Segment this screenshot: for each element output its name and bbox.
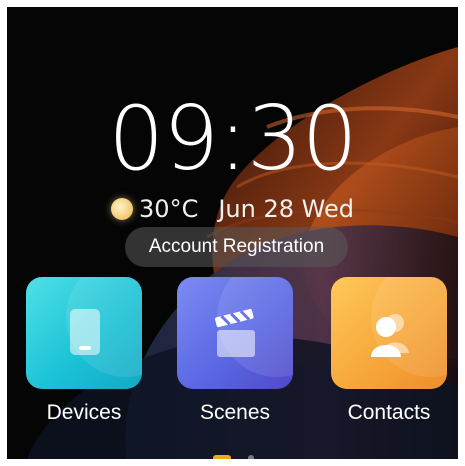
temperature: 30°C (139, 195, 199, 223)
contacts-tile[interactable] (331, 277, 447, 389)
date: Jun 28 Wed (218, 195, 354, 223)
scenes-tile[interactable] (177, 277, 293, 389)
account-registration-button[interactable]: Account Registration (125, 227, 348, 267)
page-dot-active[interactable] (213, 455, 231, 459)
scenes-label: Scenes (199, 401, 271, 424)
phone-icon (70, 309, 100, 355)
contacts-icon (371, 314, 409, 357)
page-dot-inactive[interactable] (248, 455, 254, 459)
sun-icon (111, 198, 134, 220)
clapperboard-icon (215, 309, 255, 357)
home-screen: 09:30 30°C Jun 28 Wed Account Registratio… (7, 7, 458, 459)
page-indicator (7, 455, 458, 459)
clock-time: 09:30 (108, 87, 358, 190)
devices-tile[interactable] (26, 277, 142, 389)
devices-label: Devices (46, 401, 122, 424)
weather-date-row: 30°C Jun 28 Wed (7, 194, 458, 224)
contacts-label: Contacts (347, 401, 431, 424)
